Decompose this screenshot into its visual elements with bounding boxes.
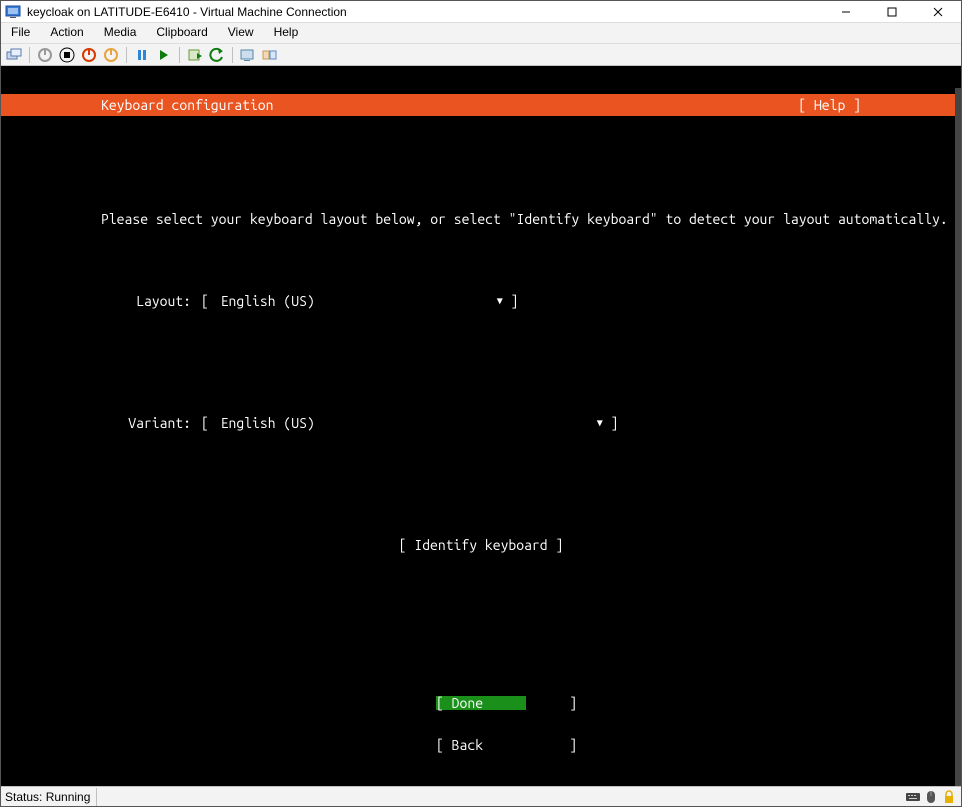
ctrl-alt-del-icon[interactable] bbox=[5, 46, 23, 64]
layout-label: Layout: bbox=[1, 294, 201, 308]
vm-scrollbar[interactable] bbox=[955, 88, 961, 786]
help-button[interactable]: [ Help ] bbox=[798, 98, 861, 112]
enhanced-session-icon[interactable] bbox=[239, 46, 257, 64]
app-icon bbox=[5, 4, 21, 20]
lock-icon bbox=[941, 789, 957, 805]
variant-label: Variant: bbox=[1, 416, 201, 430]
turnoff-icon[interactable] bbox=[80, 46, 98, 64]
layout-selector[interactable]: [ English (US)▼ ] bbox=[201, 294, 518, 308]
menubar: File Action Media Clipboard View Help bbox=[1, 23, 961, 44]
share-icon[interactable] bbox=[261, 46, 279, 64]
toolbar bbox=[1, 44, 961, 66]
statusbar: Status: Running bbox=[1, 786, 961, 806]
menu-clipboard[interactable]: Clipboard bbox=[146, 23, 217, 43]
variant-value: English (US) bbox=[217, 416, 597, 430]
layout-value: English (US) bbox=[217, 294, 497, 308]
revert-icon[interactable] bbox=[208, 46, 226, 64]
minimize-button[interactable] bbox=[823, 1, 869, 23]
start-icon[interactable] bbox=[36, 46, 54, 64]
installer-header: Keyboard configuration [ Help ] bbox=[1, 94, 961, 116]
maximize-button[interactable] bbox=[869, 1, 915, 23]
menu-media[interactable]: Media bbox=[94, 23, 147, 43]
identify-keyboard-button[interactable]: [ Identify keyboard ] bbox=[399, 537, 564, 553]
shutdown-icon[interactable] bbox=[102, 46, 120, 64]
menu-action[interactable]: Action bbox=[40, 23, 93, 43]
installer-title: Keyboard configuration bbox=[101, 98, 273, 112]
menu-view[interactable]: View bbox=[218, 23, 264, 43]
reset-icon[interactable] bbox=[155, 46, 173, 64]
status-text: Status: Running bbox=[5, 788, 97, 806]
mouse-icon bbox=[923, 789, 939, 805]
instruction-text: Please select your keyboard layout below… bbox=[1, 212, 961, 226]
checkpoint-icon[interactable] bbox=[186, 46, 204, 64]
keyboard-icon bbox=[905, 789, 921, 805]
menu-file[interactable]: File bbox=[1, 23, 40, 43]
back-button[interactable]: [ Back ] bbox=[436, 738, 526, 752]
done-button[interactable]: [ Done ] bbox=[436, 696, 526, 710]
stop-icon[interactable] bbox=[58, 46, 76, 64]
menu-help[interactable]: Help bbox=[264, 23, 309, 43]
vm-display[interactable]: Keyboard configuration [ Help ] Please s… bbox=[1, 66, 961, 786]
window-title: keycloak on LATITUDE-E6410 - Virtual Mac… bbox=[25, 5, 823, 19]
titlebar: keycloak on LATITUDE-E6410 - Virtual Mac… bbox=[1, 1, 961, 23]
variant-selector[interactable]: [ English (US)▼ ] bbox=[201, 416, 618, 430]
pause-icon[interactable] bbox=[133, 46, 151, 64]
close-button[interactable] bbox=[915, 1, 961, 23]
